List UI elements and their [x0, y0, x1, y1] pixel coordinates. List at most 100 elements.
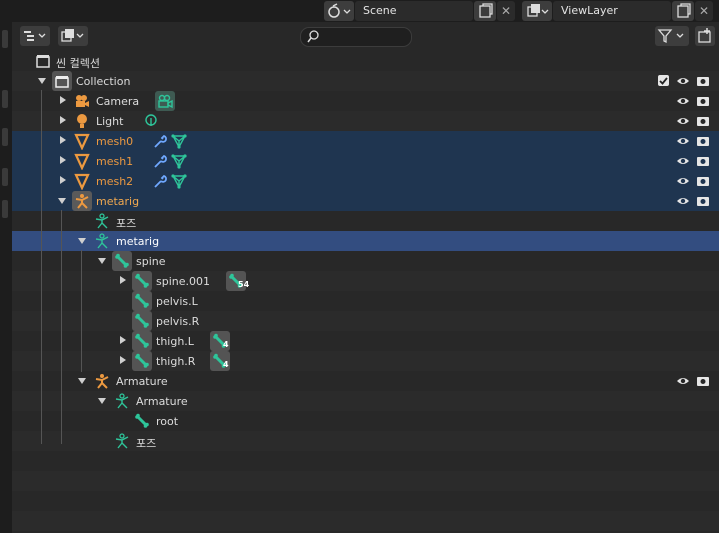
top-bar: Scene ✕ ViewLayer ✕ [0, 0, 719, 22]
eye-icon[interactable] [676, 194, 690, 208]
item-label: 씬 컬렉션 [56, 57, 100, 70]
wrench-modifier-icon[interactable] [151, 132, 169, 150]
outliner-item-bone-root[interactable]: root [12, 411, 719, 431]
item-label: spine.001 [156, 275, 211, 288]
mesh-data-icon[interactable] [170, 132, 188, 150]
pose-icon [95, 213, 109, 229]
outliner-item-scene-collection[interactable]: 씬 컬렉션 [12, 51, 719, 71]
side-tab[interactable] [2, 30, 8, 48]
item-label: Armature [136, 395, 188, 408]
outliner-item-mesh0[interactable]: mesh0 [12, 131, 719, 151]
camera-render-icon[interactable] [696, 114, 710, 128]
new-collection-icon [698, 28, 711, 43]
item-label: pelvis.R [156, 315, 200, 328]
outliner-item-light[interactable]: Light [12, 111, 719, 131]
view-layer-name: ViewLayer [561, 4, 618, 17]
outliner-item-bone-spine-001[interactable]: spine.001 54 [12, 271, 719, 291]
outliner-item-bone-thigh-l[interactable]: thigh.L 4 [12, 331, 719, 351]
collapse-arrow-icon[interactable] [98, 258, 106, 264]
side-tab[interactable] [2, 168, 8, 186]
row-bg [12, 471, 719, 491]
outliner-item-collection[interactable]: Collection [12, 71, 719, 91]
display-mode-button[interactable] [58, 26, 88, 46]
eye-icon[interactable] [676, 74, 690, 88]
view-layer-name-field[interactable]: ViewLayer [553, 1, 671, 21]
expand-arrow-icon[interactable] [60, 156, 66, 164]
item-label: spine [136, 255, 166, 268]
camera-render-icon[interactable] [696, 94, 710, 108]
outliner-item-armature-data[interactable]: Armature [12, 391, 719, 411]
collapse-arrow-icon[interactable] [78, 238, 86, 244]
eye-icon[interactable] [676, 134, 690, 148]
scene-name-field[interactable]: Scene [355, 1, 473, 21]
side-tab[interactable] [2, 128, 8, 146]
expand-arrow-icon[interactable] [120, 276, 126, 284]
eye-icon[interactable] [676, 174, 690, 188]
search-input[interactable] [300, 27, 412, 47]
item-label: metarig [96, 195, 140, 208]
expand-arrow-icon[interactable] [120, 356, 126, 364]
side-tab[interactable] [2, 200, 8, 218]
side-tab[interactable] [2, 90, 8, 108]
filter-button[interactable] [655, 26, 689, 46]
camera-render-icon[interactable] [696, 374, 710, 388]
outliner-item-armature-object[interactable]: Armature [12, 371, 719, 391]
child-count-badge: 4 [223, 340, 229, 349]
mesh-data-icon[interactable] [170, 172, 188, 190]
collapse-arrow-icon[interactable] [58, 198, 66, 204]
outliner-item-bone-pelvis-l[interactable]: pelvis.L [12, 291, 719, 311]
checkbox-icon[interactable] [657, 74, 671, 88]
outliner-item-bone-thigh-r[interactable]: thigh.R 4 [12, 351, 719, 371]
item-label: Light [96, 115, 124, 128]
outliner-item-metarig-armature[interactable]: metarig [12, 231, 719, 251]
camera-render-icon[interactable] [696, 134, 710, 148]
expand-arrow-icon[interactable] [60, 136, 66, 144]
bone-icon [135, 273, 149, 288]
bone-icon [135, 413, 149, 428]
eye-icon[interactable] [676, 94, 690, 108]
expand-arrow-icon[interactable] [60, 96, 66, 104]
wrench-modifier-icon[interactable] [151, 172, 169, 190]
editor-type-button[interactable] [20, 26, 50, 46]
outliner-item-mesh1[interactable]: mesh1 [12, 151, 719, 171]
expand-arrow-icon[interactable] [60, 176, 66, 184]
eye-icon[interactable] [676, 374, 690, 388]
armature-object-icon [75, 194, 89, 209]
render-layers-icon [527, 4, 549, 17]
outliner-item-camera[interactable]: Camera [12, 91, 719, 111]
new-scene-button[interactable] [474, 1, 496, 21]
collapse-arrow-icon[interactable] [78, 378, 86, 384]
camera-render-icon[interactable] [696, 194, 710, 208]
delete-scene-button[interactable]: ✕ [497, 1, 515, 21]
mesh-data-icon[interactable] [170, 152, 188, 170]
eye-icon[interactable] [676, 114, 690, 128]
search-icon [307, 30, 319, 43]
view-layer-selector-button[interactable] [522, 1, 552, 21]
collapse-arrow-icon[interactable] [98, 398, 106, 404]
expand-arrow-icon[interactable] [60, 116, 66, 124]
outliner-item-bone-spine[interactable]: spine [12, 251, 719, 271]
outliner-icon [24, 31, 46, 41]
outliner-item-pose[interactable]: 포즈 [12, 431, 719, 451]
outliner-item-mesh2[interactable]: mesh2 [12, 171, 719, 191]
camera-render-icon[interactable] [696, 74, 710, 88]
armature-object-icon [95, 374, 109, 389]
collapse-arrow-icon[interactable] [38, 78, 46, 84]
camera-render-icon[interactable] [696, 174, 710, 188]
expand-arrow-icon[interactable] [120, 336, 126, 344]
collection-icon [55, 76, 69, 88]
scene-selector-button[interactable] [324, 1, 354, 21]
wrench-modifier-icon[interactable] [151, 152, 169, 170]
item-label: mesh0 [96, 135, 134, 148]
light-data-icon[interactable] [142, 112, 160, 130]
outliner-item-pose[interactable]: 포즈 [12, 211, 719, 231]
new-collection-button[interactable] [695, 26, 715, 46]
outliner-item-metarig-object[interactable]: metarig [12, 191, 719, 211]
camera-render-icon[interactable] [696, 154, 710, 168]
render-layers-icon [61, 29, 84, 42]
copy-icon [479, 3, 493, 18]
delete-view-layer-button[interactable]: ✕ [695, 1, 713, 21]
eye-icon[interactable] [676, 154, 690, 168]
new-view-layer-button[interactable] [672, 1, 694, 21]
outliner-item-bone-pelvis-r[interactable]: pelvis.R [12, 311, 719, 331]
